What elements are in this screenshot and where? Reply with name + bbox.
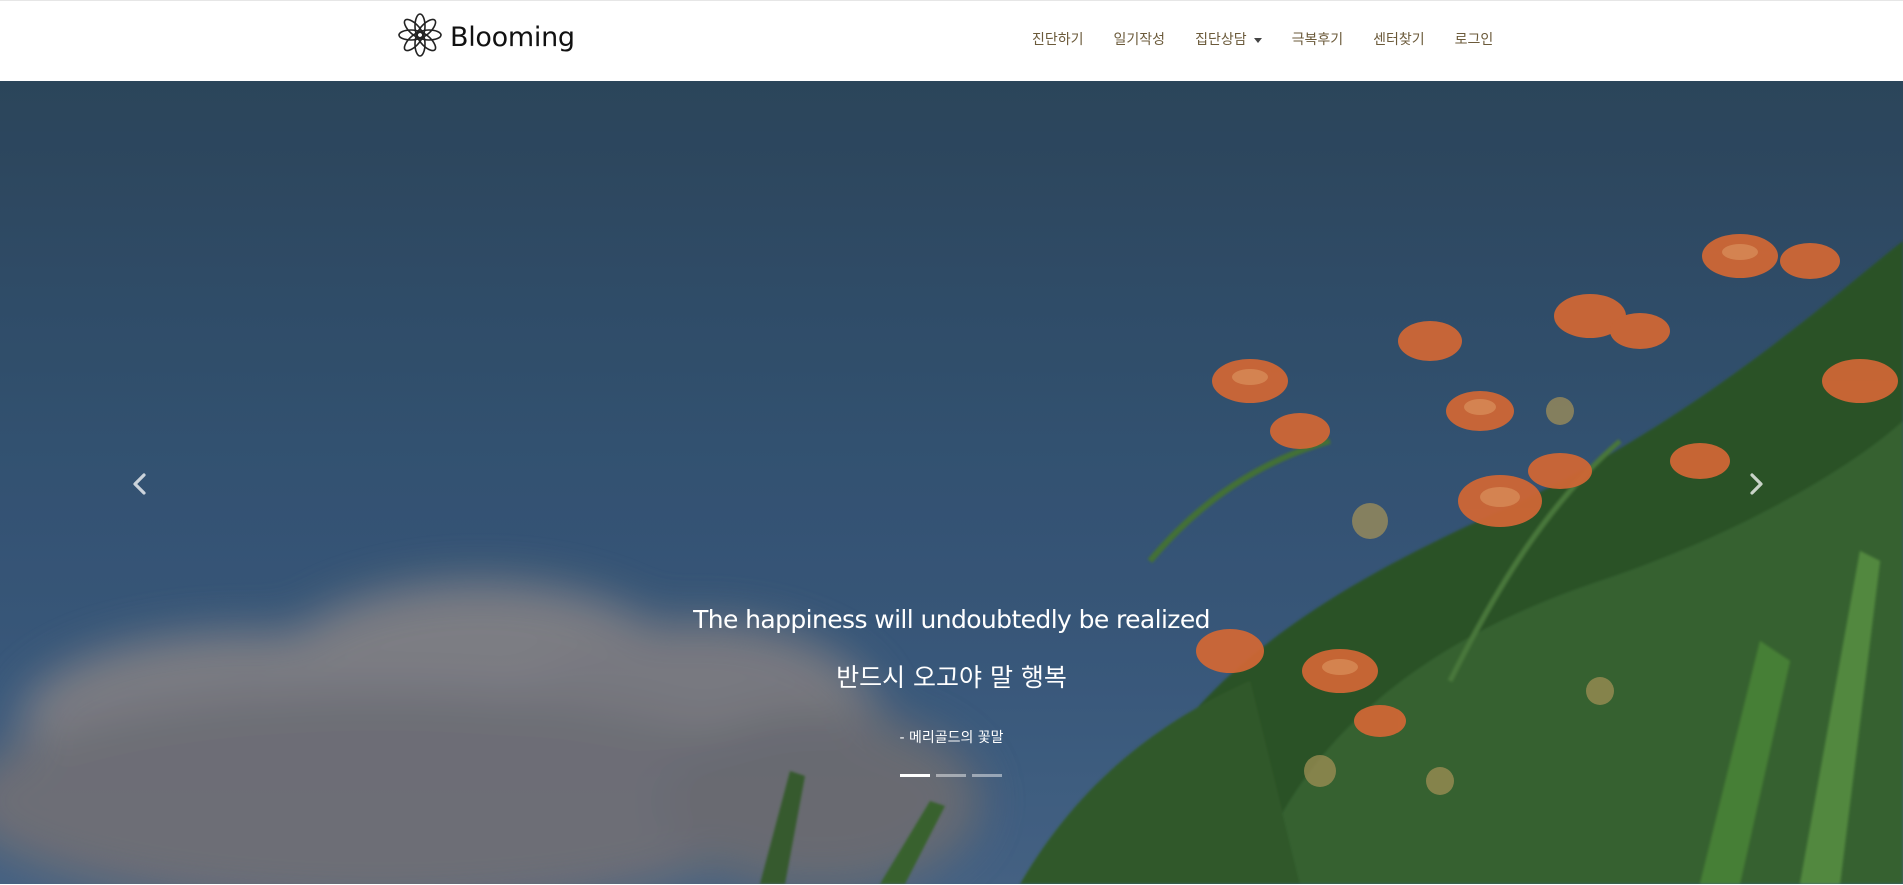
- carousel-caption-subtitle: 반드시 오고야 말 행복: [836, 663, 1067, 692]
- brand-name: Blooming: [450, 21, 575, 53]
- nav-item-diagnosis[interactable]: 진단하기: [1032, 29, 1099, 51]
- carousel-indicator-3[interactable]: [972, 774, 1002, 777]
- nav-item-label: 일기작성: [1113, 32, 1166, 48]
- hero-overlay: [0, 81, 1903, 884]
- nav-item-label: 집단상담: [1195, 32, 1247, 48]
- navbar: Blooming 진단하기 일기작성 집단상담 극복후기 센터찾기 로그인: [0, 0, 1903, 81]
- nav-menu: 진단하기 일기작성 집단상담 극복후기 센터찾기 로그인: [1032, 29, 1508, 51]
- nav-item-label: 센터찾기: [1373, 32, 1425, 48]
- brand-link[interactable]: Blooming: [396, 13, 575, 61]
- nav-item-reviews[interactable]: 극복후기: [1277, 29, 1359, 51]
- carousel-indicators: [900, 774, 1002, 777]
- carousel-indicator-2[interactable]: [936, 774, 966, 777]
- carousel-prev-button[interactable]: [120, 466, 160, 506]
- chevron-left-icon: [131, 473, 149, 499]
- carousel-caption-source: - 메리골드의 꽃말: [899, 730, 1004, 746]
- carousel-indicator-1[interactable]: [900, 774, 930, 777]
- chevron-right-icon: [1747, 473, 1765, 499]
- nav-item-diary[interactable]: 일기작성: [1099, 29, 1181, 51]
- carousel-caption-title: The happiness will undoubtedly be realiz…: [693, 605, 1210, 634]
- nav-item-login[interactable]: 로그인: [1440, 29, 1509, 51]
- hero-carousel: [0, 81, 1903, 884]
- flower-logo-icon: [396, 11, 444, 63]
- nav-item-group-counseling[interactable]: 집단상담: [1180, 29, 1277, 51]
- carousel-next-button[interactable]: [1736, 466, 1776, 506]
- caret-down-icon: [1253, 37, 1262, 43]
- nav-item-find-center[interactable]: 센터찾기: [1358, 29, 1440, 51]
- nav-item-label: 극복후기: [1291, 32, 1344, 48]
- nav-item-label: 로그인: [1454, 32, 1494, 48]
- nav-item-label: 진단하기: [1032, 32, 1084, 48]
